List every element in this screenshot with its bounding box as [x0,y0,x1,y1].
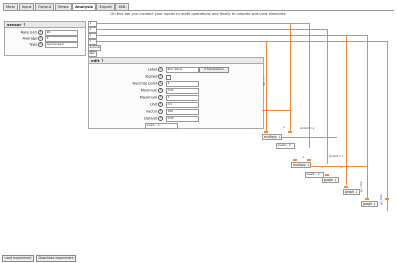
type-select[interactable]: Gyroscope ▾ [45,42,79,48]
help-icon[interactable]: ? [158,109,163,114]
minimum-label: Minimum [140,88,158,93]
graph-node[interactable]: graph ↓ [322,177,339,184]
tab-views[interactable]: Views [54,3,72,10]
input-marker [293,159,297,161]
wire [262,110,290,111]
output-abs[interactable]: abs [88,51,98,57]
tab-main[interactable]: Main [3,3,19,10]
intro-text: On this tab you connect your inputs to m… [110,12,287,16]
help-icon[interactable]: ? [38,36,43,41]
type-label: Type [29,42,38,47]
wire [97,41,387,42]
wire [327,29,328,164]
input-marker [325,174,329,176]
tab-export[interactable]: Export [96,3,115,10]
wire [97,23,309,24]
insert-select[interactable]: insert... ▾ [145,123,179,129]
output-t[interactable]: t [88,39,98,45]
wire [97,29,327,30]
help-icon[interactable]: ? [158,116,163,121]
help-icon[interactable]: ? [158,81,163,86]
output-z[interactable]: z [88,33,98,39]
edit-title[interactable]: edit ↑ [89,58,263,64]
label-input[interactable]: Roll radius [166,67,200,73]
output-y[interactable]: y [88,27,98,33]
tab-divider [3,10,394,11]
wire-label: b [302,156,305,158]
rate-label: Rate (Hz) [20,30,38,35]
sensor-title[interactable]: sensor ↑ [5,22,85,28]
download-experiment-button[interactable]: Download experiment [36,255,77,262]
help-icon[interactable]: ? [38,30,43,35]
default-input[interactable]: 0.05 [166,116,200,122]
type-select-value: Gyroscope [46,42,62,46]
tab-output[interactable]: Output [34,3,55,10]
input-marker [385,198,389,200]
unit-input[interactable]: cm [166,102,200,108]
wire-label: gyr_time [360,181,363,192]
tab-bar: Main Input Output Views Analysis Export … [3,3,130,10]
graph-node[interactable]: graph ↓ [361,201,378,208]
multiply-node[interactable]: multiply ↓ [291,162,312,169]
signed-checkbox[interactable] [166,74,171,80]
wire [310,166,367,167]
wire [266,41,267,131]
minimum-input[interactable]: 0.01 [166,88,200,94]
tab-input[interactable]: Input [18,3,35,10]
label-label: Label [147,67,158,72]
wire [346,35,347,185]
help-icon[interactable]: ? [158,67,163,72]
output-x[interactable]: x [88,21,98,27]
wire [387,41,388,211]
tab-analysis[interactable]: Analysis [72,3,96,10]
input-marker [344,186,348,188]
wire [282,137,337,138]
wire [290,23,291,133]
sensor-panel: sensor ↑ Rate (Hz)? 20 Average? 4 Type? … [4,21,86,56]
maximum-label: Maximum [139,95,158,100]
help-icon[interactable]: ? [158,74,163,79]
multiply-node[interactable]: multiply ↓ [262,134,283,141]
unit-label: Unit [150,102,158,107]
insert-select-value: insert... [146,123,158,127]
wire [367,35,368,200]
insert-select[interactable]: insert... ▾ [276,143,296,149]
wire-label: gyr_time [380,194,383,205]
signed-label: Signed [145,74,158,79]
input-marker [365,198,369,200]
input-marker [307,159,311,161]
tab-xml[interactable]: XML [115,3,130,10]
factor-label: Factor [146,109,158,114]
input-marker [264,131,268,133]
decimal-label: Decimal point [132,81,158,86]
maximum-input[interactable]: 1 [166,95,200,101]
input-marker [288,131,292,133]
default-label: Default [144,116,158,121]
translations-button[interactable]: 0 Translations [199,67,229,73]
help-icon[interactable]: ? [38,42,43,47]
wire-label: b [283,126,286,128]
wire-label: product = x [329,155,344,158]
wire-label: roll_r = r [263,75,266,86]
edit-panel: edit ↑ Label? Roll radius 0 Translations… [88,57,264,129]
rate-input[interactable]: 20 [45,30,79,36]
average-input[interactable]: 4 [45,36,79,42]
output-accuracy[interactable]: accuracy [88,45,102,51]
help-icon[interactable]: ? [158,88,163,93]
load-experiment-button[interactable]: Load experiment [2,255,34,262]
insert-select-value: insert... [277,143,289,147]
insert-select-value: insert... [306,172,318,176]
wire-label: product = a [300,127,315,130]
average-label: Average [22,36,38,41]
decimal-input[interactable]: 4 [166,81,200,87]
graph-node[interactable]: graph ↓ [343,189,360,196]
help-icon[interactable]: ? [158,102,163,107]
help-icon[interactable]: ? [158,95,163,100]
factor-input[interactable]: 100 [166,109,200,115]
